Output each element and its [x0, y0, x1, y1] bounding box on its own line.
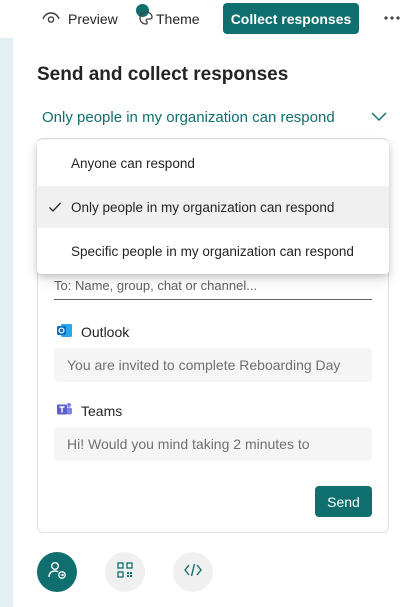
outlook-message-text: You are invited to complete Reboarding D… [67, 357, 341, 373]
teams-label: Teams [81, 403, 123, 419]
response-scope-select[interactable]: Only people in my organization can respo… [42, 106, 387, 128]
send-button[interactable]: Send [315, 486, 372, 517]
theme-label: Theme [156, 11, 200, 27]
teams-icon [56, 401, 73, 421]
scope-selected-value: Only people in my organization can respo… [42, 108, 335, 126]
preview-label: Preview [68, 11, 118, 27]
dropdown-option-organization[interactable]: Only people in my organization can respo… [37, 186, 389, 228]
option-label: Anyone can respond [71, 155, 195, 171]
chevron-down-icon [371, 109, 387, 126]
outlook-section-label: Outlook [56, 322, 129, 342]
outlook-icon [56, 322, 73, 342]
collect-responses-button[interactable]: Collect responses [223, 3, 359, 34]
recipient-input[interactable]: To: Name, group, chat or channel... [54, 272, 372, 300]
teams-section-label: Teams [56, 401, 122, 421]
response-scope-dropdown: Anyone can respond Only people in my org… [37, 140, 389, 274]
share-people-button[interactable] [37, 552, 77, 592]
palette-icon [138, 10, 154, 29]
code-icon [184, 563, 202, 582]
embed-code-button[interactable] [173, 552, 213, 592]
left-edge-strip [0, 38, 13, 607]
recipient-placeholder: To: Name, group, chat or channel... [54, 278, 258, 293]
panel-title: Send and collect responses [37, 64, 289, 85]
teams-message-text: Hi! Would you mind taking 2 minutes to [67, 436, 310, 452]
eye-icon [42, 11, 60, 28]
qr-code-button[interactable] [105, 552, 145, 592]
top-toolbar: Preview Theme Collect responses [0, 0, 414, 38]
dropdown-option-specific-people[interactable]: Specific people in my organization can r… [37, 230, 389, 272]
more-horizontal-icon[interactable] [382, 8, 402, 28]
outlook-label: Outlook [81, 324, 130, 340]
dropdown-option-anyone[interactable]: Anyone can respond [37, 142, 389, 184]
theme-button[interactable]: Theme [138, 6, 200, 32]
outlook-message-field[interactable]: You are invited to complete Reboarding D… [54, 348, 372, 382]
person-share-icon [47, 560, 67, 585]
option-label: Only people in my organization can respo… [71, 199, 335, 215]
option-label: Specific people in my organization can r… [71, 243, 354, 259]
teams-message-field[interactable]: Hi! Would you mind taking 2 minutes to [54, 427, 372, 461]
checkmark-icon [48, 200, 62, 214]
qr-code-icon [116, 561, 134, 584]
preview-button[interactable]: Preview [42, 6, 118, 32]
